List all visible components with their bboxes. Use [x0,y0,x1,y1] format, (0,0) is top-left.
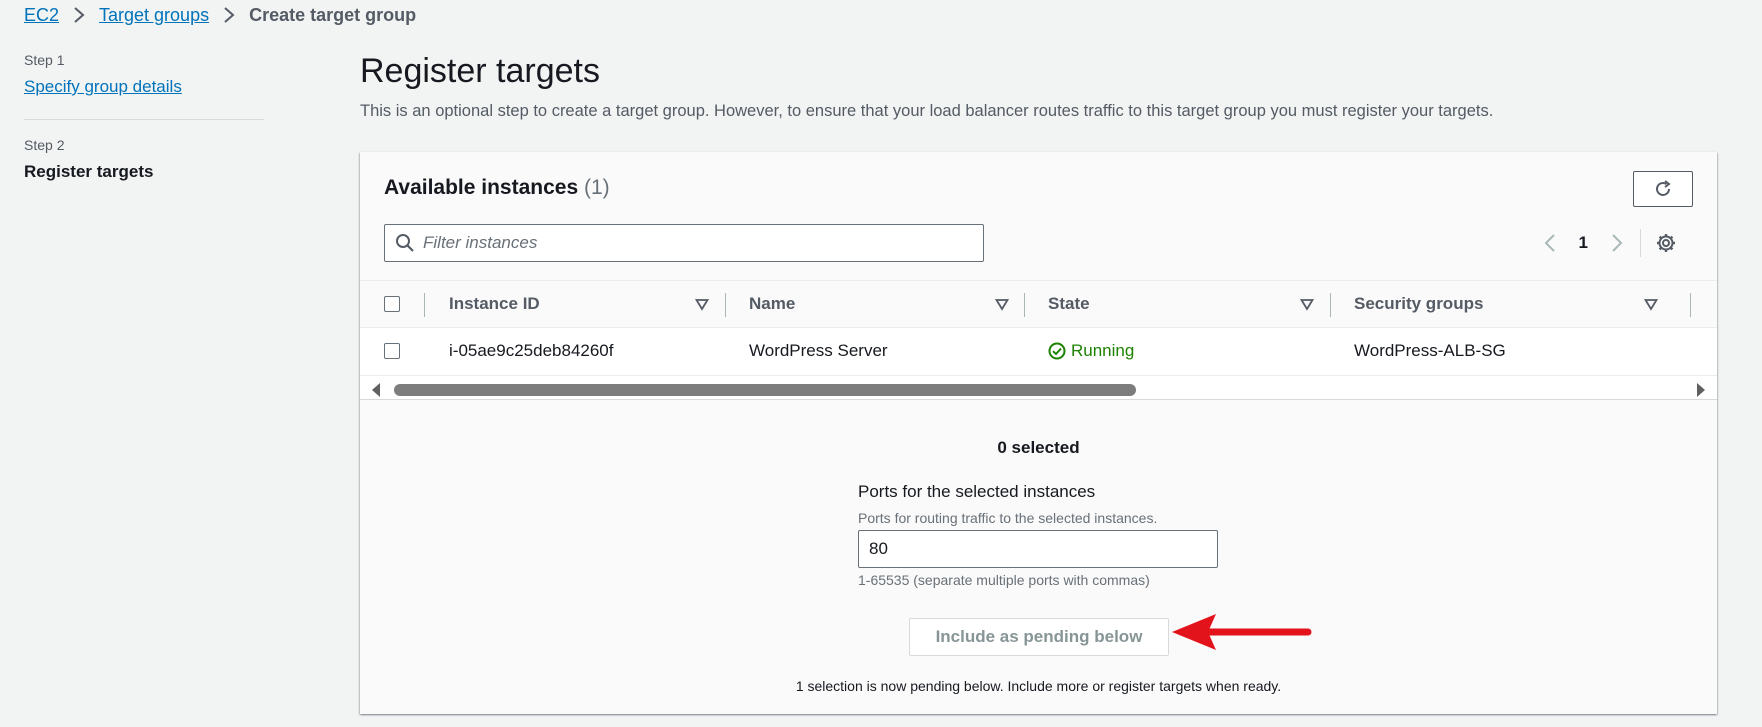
breadcrumb-target-groups-link[interactable]: Target groups [99,5,209,26]
step-1-link[interactable]: Specify group details [24,77,264,97]
chevron-right-icon [223,6,235,24]
include-as-pending-button[interactable]: Include as pending below [909,618,1169,656]
column-security-groups-label: Security groups [1354,294,1484,313]
current-page-number[interactable]: 1 [1579,233,1588,253]
column-name-label: Name [749,294,796,313]
column-divider [1690,293,1691,317]
step-1-label: Step 1 [24,52,65,68]
status-ok-icon [1048,342,1066,360]
selection-footer: 0 selected Ports for the selected instan… [360,400,1717,714]
search-icon [395,233,415,253]
ports-hint: 1-65535 (separate multiple ports with co… [858,572,1150,588]
column-instance-id[interactable]: Instance ID [449,281,709,327]
column-divider [725,293,726,317]
step-2-current: Register targets [24,162,154,181]
cell-instance-id: i-05ae9c25deb84260f [449,341,614,360]
state-text: Running [1071,341,1135,360]
ports-input[interactable] [858,530,1218,568]
column-instance-id-label: Instance ID [449,294,540,313]
step-2-label: Step 2 [24,137,65,153]
horizontal-scrollbar[interactable] [360,376,1717,400]
step-divider [24,119,264,120]
pending-note: 1 selection is now pending below. Includ… [795,678,1282,694]
scroll-right-arrow[interactable] [1697,383,1705,397]
page-title: Register targets [360,52,600,90]
page-description: This is an optional step to create a tar… [360,102,1494,120]
breadcrumb-current: Create target group [249,4,417,25]
column-name[interactable]: Name [749,281,1009,327]
table-header: Instance ID Name State Security groups [360,280,1717,328]
chevron-right-icon [73,6,85,24]
breadcrumb: EC2 Target groups Create target group [24,4,416,26]
column-state-label: State [1048,294,1090,313]
scroll-left-arrow[interactable] [372,383,380,397]
red-arrow-annotation [1172,614,1312,650]
cell-name: WordPress Server [749,341,888,360]
table-row[interactable]: i-05ae9c25deb84260f WordPress Server Run… [360,328,1717,376]
available-instances-panel: Available instances (1) 1 [360,152,1717,714]
cell-security-groups: WordPress-ALB-SG [1354,341,1506,360]
sort-triangle-icon[interactable] [695,297,709,311]
ports-label: Ports for the selected instances [858,482,1096,501]
sort-triangle-icon[interactable] [1644,297,1658,311]
column-divider [424,293,425,317]
scrollbar-thumb[interactable] [394,384,1136,396]
sort-triangle-icon[interactable] [1300,297,1314,311]
chevron-right-icon[interactable] [1610,233,1624,253]
selected-count: 0 selected [997,438,1080,457]
pagination-divider [1640,229,1641,257]
panel-header: Available instances (1) 1 [360,152,1717,280]
instances-count: (1) [584,176,610,199]
column-divider [1024,293,1025,317]
column-state[interactable]: State [1048,281,1318,327]
cell-state: Running [1048,328,1134,374]
filter-input[interactable] [423,233,963,253]
refresh-button[interactable] [1633,171,1693,207]
ports-description: Ports for routing traffic to the selecte… [858,510,1158,526]
sort-triangle-icon[interactable] [995,297,1009,311]
row-checkbox[interactable] [384,343,400,359]
breadcrumb-ec2-link[interactable]: EC2 [24,5,59,26]
select-all-checkbox[interactable] [384,296,400,312]
filter-instances[interactable] [384,224,984,262]
chevron-left-icon[interactable] [1543,233,1557,253]
pagination: 1 [1543,228,1677,258]
column-security-groups[interactable]: Security groups [1354,281,1664,327]
wizard-steps: Step 1 Specify group details Step 2 Regi… [24,52,264,182]
column-divider [1330,293,1331,317]
panel-title-text: Available instances [384,176,579,199]
refresh-icon [1653,179,1673,199]
panel-title: Available instances (1) [384,176,610,200]
gear-icon[interactable] [1655,232,1677,254]
